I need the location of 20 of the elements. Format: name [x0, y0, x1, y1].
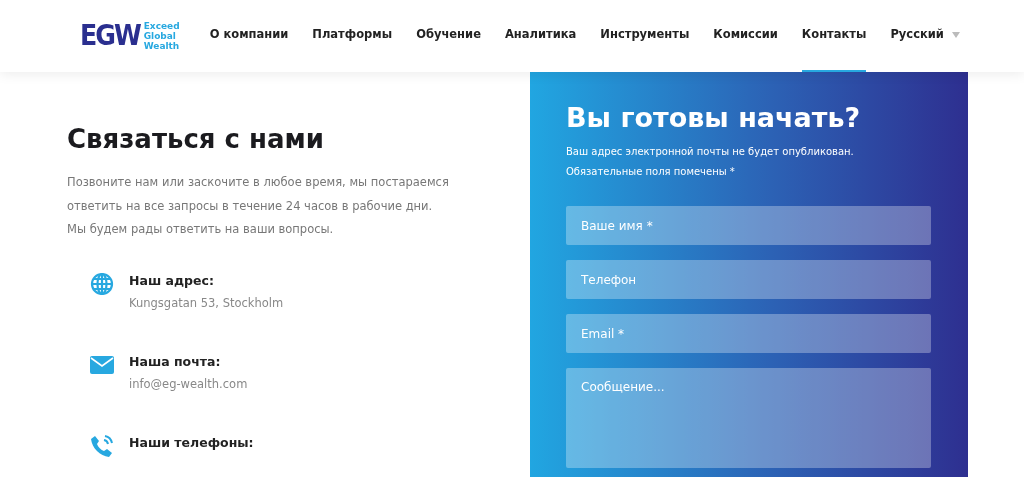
envelope-icon	[90, 356, 114, 375]
nav-link[interactable]: Инструменты	[600, 0, 690, 72]
section-title: Связаться с нами	[67, 124, 325, 156]
globe-icon	[90, 272, 114, 297]
form-note: Ваш адрес электронной почты не будет опубликован. Обязательные поля помечены *	[566, 145, 855, 180]
form-title: Вы готовы начать?	[566, 102, 862, 135]
contact-label: Наши телефоны:	[129, 433, 254, 452]
nav-link[interactable]: Обучение	[416, 0, 481, 72]
nav-link[interactable]: Комиссии	[713, 0, 778, 72]
nav-link[interactable]: Аналитика	[504, 0, 577, 72]
nav-link[interactable]: О компании	[209, 0, 289, 72]
intro-text: Позвоните нам или заскочите в любое время, мы постараемся ответить на все запросы в течение 24 часов в рабочие дни. Мы будем рады ответить на ваши вопросы.	[67, 174, 450, 239]
contact-label: Наша почта:	[129, 352, 222, 371]
caret-icon	[951, 32, 960, 38]
contact-value: Kungsgatan 53, Stockholm	[129, 295, 284, 313]
language-dropdown[interactable]: Русский	[890, 0, 960, 72]
email-address: info@eg-wealth.com	[129, 376, 248, 394]
nav-link[interactable]: Платформы	[312, 0, 393, 72]
contact-label: Наш адрес:	[129, 271, 215, 290]
phone-icon	[90, 434, 114, 459]
